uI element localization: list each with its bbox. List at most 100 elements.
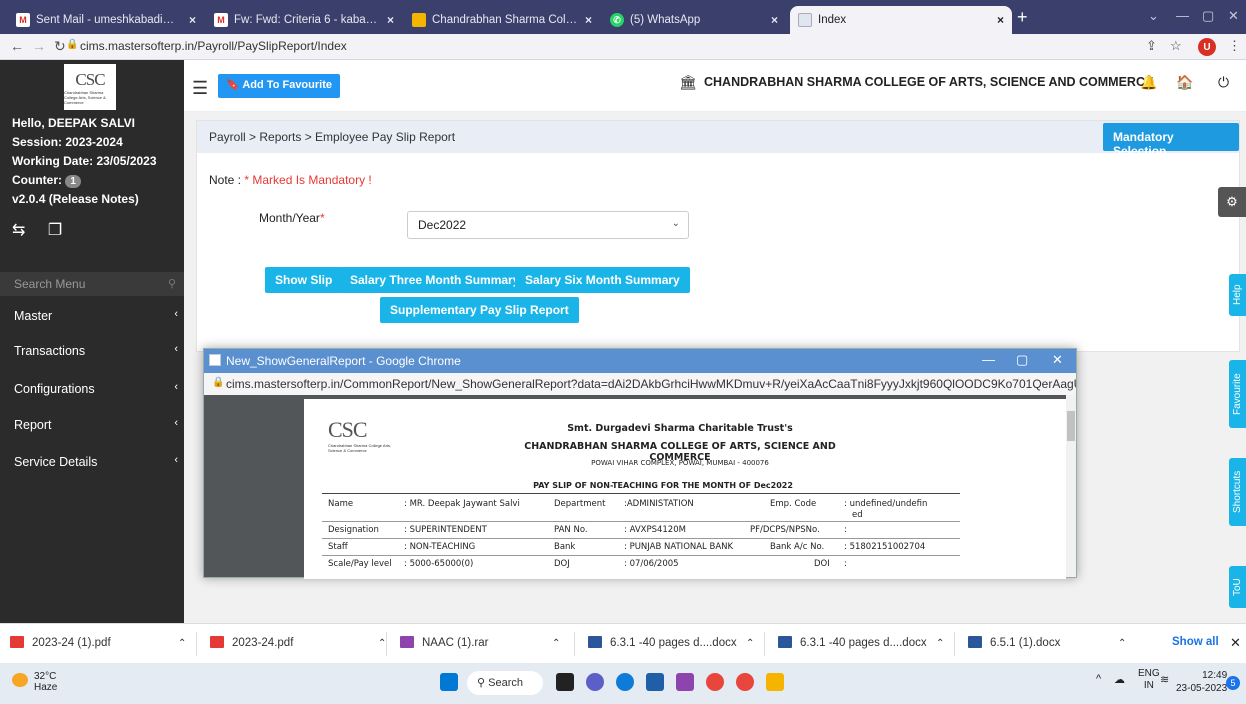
separator xyxy=(764,632,765,656)
bookmark-star-icon[interactable]: ☆ xyxy=(1170,38,1182,54)
scrollbar[interactable] xyxy=(1066,395,1076,577)
download-item[interactable]: 2023-24.pdf ⌃ xyxy=(210,636,386,649)
close-icon[interactable]: ✕ xyxy=(1052,352,1063,368)
close-icon[interactable]: × xyxy=(387,13,394,27)
download-item[interactable]: 6.5.1 (1).docx ⌃ xyxy=(968,636,1126,649)
close-icon[interactable]: × xyxy=(997,13,1004,27)
edge-browser-icon[interactable] xyxy=(616,673,634,691)
chevron-left-icon: ‹ xyxy=(174,417,178,429)
chrome-icon[interactable] xyxy=(736,673,754,691)
file-explorer-icon[interactable] xyxy=(766,673,784,691)
url-field[interactable]: cims.mastersofterp.in/Payroll/PaySlipRep… xyxy=(80,39,347,53)
bell-icon[interactable]: 🔔 xyxy=(1140,74,1157,91)
mandatory-selection-button[interactable]: Mandatory Selection xyxy=(1103,123,1239,158)
notification-badge[interactable]: 5 xyxy=(1226,676,1240,690)
download-item[interactable]: 6.3.1 -40 pages d....docx ⌃ xyxy=(588,636,754,649)
wifi-icon[interactable]: ≋ xyxy=(1160,673,1169,686)
browser-tab-index[interactable]: Index × xyxy=(790,6,1012,34)
help-tab[interactable]: Help xyxy=(1229,274,1246,316)
rar-file-icon xyxy=(400,636,414,648)
chrome-icon[interactable] xyxy=(706,673,724,691)
chevron-up-icon[interactable]: ⌃ xyxy=(552,638,560,649)
supplementary-pay-slip-button[interactable]: Supplementary Pay Slip Report xyxy=(380,297,579,323)
browser-tab-sent-mail[interactable]: M Sent Mail - umeshkabadi@cscoll × xyxy=(8,6,204,34)
scrollbar-thumb[interactable] xyxy=(1067,411,1075,441)
browser-tab-fw-criteria[interactable]: M Fw: Fwd: Criteria 6 - kabadi.umes × xyxy=(206,6,402,34)
download-item[interactable]: 2023-24 (1).pdf ⌃ xyxy=(10,636,186,649)
gmail-icon: M xyxy=(16,13,30,27)
copy-icon[interactable]: ❐ xyxy=(48,222,62,239)
value-emp-code: : undefined/undefin xyxy=(844,499,928,509)
tab-search-icon[interactable]: ⌄ xyxy=(1148,8,1159,24)
month-year-select[interactable]: Dec2022 ⌄ xyxy=(407,211,689,239)
forward-icon[interactable]: → xyxy=(32,38,46,54)
sidebar-item-report[interactable]: Report ‹ xyxy=(0,412,184,438)
download-item[interactable]: NAAC (1).rar ⌃ xyxy=(400,636,560,649)
add-to-favourite-button[interactable]: 🔖 Add To Favourite xyxy=(218,74,340,98)
close-icon[interactable]: × xyxy=(771,13,778,27)
value-doi: : xyxy=(844,559,847,569)
chevron-up-icon[interactable]: ⌃ xyxy=(178,638,186,649)
popup-report-viewer: CSC Chandrabhan Sharma College Arts, Sci… xyxy=(204,395,1076,579)
chevron-up-icon[interactable]: ⌃ xyxy=(746,638,754,649)
slip-title: PAY SLIP OF NON-TEACHING FOR THE MONTH O… xyxy=(533,481,793,490)
top-header: ☰ 🔖 Add To Favourite 🏛 CHANDRABHAN SHARM… xyxy=(184,60,1246,112)
home-icon[interactable]: 🏠 xyxy=(1176,74,1193,91)
show-all-downloads-link[interactable]: Show all xyxy=(1172,636,1219,648)
close-icon[interactable]: × xyxy=(585,13,592,27)
sidebar-item-transactions[interactable]: Transactions ‹ xyxy=(0,338,184,364)
back-icon[interactable]: ← xyxy=(10,38,24,54)
browser-tab-college[interactable]: Chandrabhan Sharma College - / × xyxy=(404,6,600,34)
clock[interactable]: 12:49 23-05-2023 xyxy=(1176,669,1227,695)
settings-gear-icon[interactable]: ⚙ xyxy=(1218,187,1246,217)
browser-tab-strip: M Sent Mail - umeshkabadi@cscoll × M Fw:… xyxy=(0,0,1246,34)
switch-icon[interactable]: ⇆ xyxy=(12,222,25,239)
search-menu-input[interactable]: Search Menu ⚲ xyxy=(0,272,184,296)
salary-six-month-button[interactable]: Salary Six Month Summary xyxy=(515,267,690,293)
reload-icon[interactable]: ↻ xyxy=(54,38,66,55)
sidebar-item-master[interactable]: Master ‹ xyxy=(0,303,184,329)
hamburger-menu-icon[interactable]: ☰ xyxy=(192,78,208,99)
sidebar-item-service-details[interactable]: Service Details ‹ xyxy=(0,449,184,475)
window-close-icon[interactable]: ✕ xyxy=(1228,8,1239,24)
language-indicator[interactable]: ENG IN xyxy=(1138,668,1160,692)
lock-icon: 🔒 xyxy=(66,39,79,50)
tou-tab[interactable]: ToU xyxy=(1229,566,1246,608)
chevron-up-icon[interactable]: ⌃ xyxy=(1118,638,1126,649)
maximize-icon[interactable]: ▢ xyxy=(1202,8,1214,24)
download-item[interactable]: 6.3.1 -40 pages d....docx ⌃ xyxy=(778,636,944,649)
maximize-icon[interactable]: ▢ xyxy=(1016,352,1028,368)
value-scale: : 5000-65000(0) xyxy=(404,559,474,569)
sidebar: CSC Chandrabhan Sharma College Arts, Sci… xyxy=(0,60,184,623)
popup-url-bar[interactable]: 🔒 cims.mastersofterp.in/CommonReport/New… xyxy=(204,373,1076,395)
minimize-icon[interactable]: — xyxy=(1176,8,1189,23)
menu-dots-icon[interactable]: ⋮ xyxy=(1228,38,1241,54)
winrar-icon[interactable] xyxy=(676,673,694,691)
shortcuts-tab[interactable]: Shortcuts xyxy=(1229,458,1246,526)
cloud-icon[interactable]: ☁ xyxy=(1114,673,1125,686)
profile-avatar[interactable]: U xyxy=(1198,38,1216,56)
windows-start-icon[interactable] xyxy=(440,673,458,691)
show-slip-button[interactable]: Show Slip xyxy=(265,267,343,293)
favourite-tab[interactable]: Favourite xyxy=(1229,360,1246,428)
chevron-up-icon[interactable]: ⌃ xyxy=(936,638,944,649)
taskbar-search[interactable]: ⚲ Search xyxy=(467,671,543,695)
tray-chevron-icon[interactable]: ^ xyxy=(1096,673,1101,685)
close-icon[interactable]: ✕ xyxy=(1230,635,1241,651)
chat-icon[interactable] xyxy=(586,673,604,691)
value-bank-ac: : 51802151002704 xyxy=(844,542,926,552)
share-icon[interactable]: ⇪ xyxy=(1146,38,1157,54)
close-icon[interactable]: × xyxy=(189,13,196,27)
version-link[interactable]: v2.0.4 (Release Notes) xyxy=(12,190,157,209)
store-icon[interactable] xyxy=(646,673,664,691)
browser-tab-whatsapp[interactable]: ✆ (5) WhatsApp × xyxy=(602,6,786,34)
greeting: Hello, DEEPAK SALVI xyxy=(12,116,135,130)
chevron-left-icon: ‹ xyxy=(174,308,178,320)
power-icon[interactable]: ⏻ xyxy=(1218,74,1229,91)
task-view-icon[interactable] xyxy=(556,673,574,691)
search-icon: ⚲ xyxy=(477,677,486,689)
minimize-icon[interactable]: — xyxy=(982,352,995,367)
sidebar-item-configurations[interactable]: Configurations ‹ xyxy=(0,376,184,402)
salary-three-month-button[interactable]: Salary Three Month Summary xyxy=(340,267,530,293)
new-tab-icon[interactable]: + xyxy=(1017,7,1028,28)
